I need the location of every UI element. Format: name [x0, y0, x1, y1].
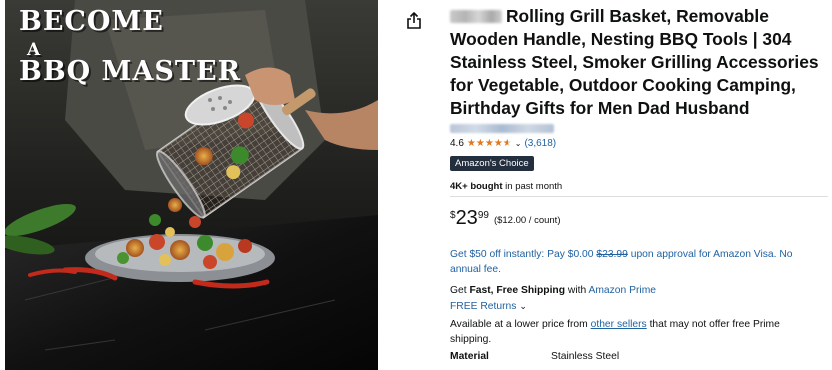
product-title-text: Rolling Grill Basket, Removable Wooden H… [450, 6, 819, 118]
half-star-icon: ★ [502, 137, 512, 149]
store-link-redacted[interactable] [450, 124, 554, 133]
price-fraction: 99 [477, 210, 489, 221]
bought-period: in past month [502, 181, 563, 192]
price-whole: 23 [455, 207, 478, 229]
promo-strike-price: $23.99 [596, 249, 628, 260]
star-icon: ★ [466, 137, 476, 149]
rating-row[interactable]: 4.6 ★ ★ ★ ★ ★ ⌄ (3,618) [450, 138, 556, 149]
rating-count-link[interactable]: (3,618) [524, 138, 556, 149]
free-returns-label: FREE Returns [450, 301, 517, 312]
star-rating[interactable]: ★ ★ ★ ★ ★ [466, 137, 512, 149]
lower-price-note: Available at a lower price from other se… [450, 317, 820, 347]
ship-fast-free: Fast, Free Shipping [469, 285, 566, 296]
free-returns-link[interactable]: FREE Returns ⌄ [450, 301, 527, 312]
chevron-down-icon[interactable]: ⌄ [515, 139, 522, 148]
hero-title-line1: BECOME [19, 6, 164, 37]
shipping-info: Get Fast, Free Shipping with Amazon Prim… [450, 285, 656, 296]
chevron-down-icon: ⌄ [519, 301, 527, 311]
rating-value: 4.6 [450, 138, 464, 149]
share-icon [407, 12, 421, 29]
amazon-prime-link[interactable]: Amazon Prime [588, 285, 656, 296]
star-icon: ★ [475, 137, 485, 149]
star-icon: ★ [493, 137, 503, 149]
spec-key: Material [450, 351, 489, 362]
visa-promo-link[interactable]: Get $50 off instantly: Pay $0.00 $23.99 … [450, 247, 825, 277]
star-icon: ★ [484, 137, 494, 149]
spec-value: Stainless Steel [551, 351, 620, 362]
product-title: Rolling Grill Basket, Removable Wooden H… [450, 5, 828, 120]
ship-with: with [565, 285, 589, 296]
brand-name-redacted [450, 10, 502, 23]
product-image[interactable]: BECOME A BBQ MASTER [5, 0, 378, 370]
bought-in-past-month: 4K+ bought in past month [450, 181, 562, 192]
lower-text-before: Available at a lower price from [450, 319, 591, 330]
divider [450, 196, 828, 197]
share-button[interactable] [406, 12, 422, 30]
ship-get: Get [450, 285, 470, 296]
promo-text-before: Get $50 off instantly: Pay $0.00 [450, 249, 597, 260]
price-per-unit: ($12.00 / count) [493, 215, 561, 226]
other-sellers-link[interactable]: other sellers [591, 319, 647, 330]
spec-row-material: Material Stainless Steel [450, 351, 619, 362]
bought-count: 4K+ bought [450, 181, 503, 192]
hero-title-line3: BBQ MASTER [19, 56, 242, 87]
amazons-choice-badge[interactable]: Amazon's Choice [450, 156, 534, 171]
price: $ 23 99 ($12.00 / count) [450, 207, 560, 229]
